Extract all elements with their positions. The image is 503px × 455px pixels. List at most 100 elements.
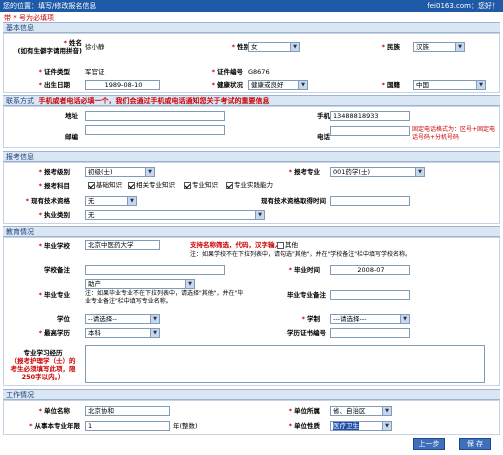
mobile-input[interactable]: 13488818933 xyxy=(330,111,410,121)
chevron-down-icon: ▼ xyxy=(185,280,194,288)
edu-level-label: * 最高学历 xyxy=(38,329,70,337)
level-select[interactable]: 初级(士) ▼ xyxy=(85,167,155,177)
unit-input[interactable]: 北京协和 xyxy=(85,406,170,416)
unit-label: * 单位名称 xyxy=(38,407,70,415)
techqual-select[interactable]: 无 ▼ xyxy=(85,196,137,206)
major-remark-input[interactable] xyxy=(330,290,410,300)
degree-select[interactable]: --请选择-- ▼ xyxy=(85,314,160,324)
cert-input[interactable] xyxy=(330,328,410,338)
school-other[interactable]: 其他 xyxy=(277,241,298,249)
chevron-down-icon: ▼ xyxy=(150,329,159,337)
practice-label: * 执业类别 xyxy=(38,211,70,219)
techtime-label: 现有技术资格取得时间 xyxy=(261,197,326,205)
chevron-down-icon: ▼ xyxy=(415,168,424,176)
major-label: * 报考专业 xyxy=(288,168,320,176)
practice-select[interactable]: 无 ▼ xyxy=(85,210,265,220)
chevron-down-icon: ▼ xyxy=(400,315,409,323)
gradtime-input[interactable]: 2008-07 xyxy=(330,265,410,275)
address-label: 地址 xyxy=(65,112,78,120)
techqual-label: * 现有技术资格 xyxy=(25,197,70,205)
health-label: * 健康状况 xyxy=(211,81,243,89)
resume-textarea[interactable] xyxy=(85,345,485,383)
contact-note: 手机或者电话必填一个，我们会通过手机或电话通知您关于考试的重要信息 xyxy=(38,97,270,105)
years-unit: 年(整数) xyxy=(173,422,198,430)
nation-label: * 国籍 xyxy=(381,81,400,89)
major-remark-label: 毕业专业备注 xyxy=(287,291,326,299)
user-greeting: fei0163.com：您好！ xyxy=(427,2,499,10)
section-basic: 基本信息 xyxy=(3,22,500,33)
chevron-down-icon: ▼ xyxy=(145,168,154,176)
school-label: * 毕业学校 xyxy=(38,242,70,250)
edu-major-label: * 毕业专业 xyxy=(38,291,70,299)
chevron-down-icon: ▼ xyxy=(382,407,391,415)
section-contact: 联系方式 手机或者电话必填一个，我们会通过手机或电话通知您关于考试的重要信息 xyxy=(3,95,500,106)
idtype-label: * 证件类型 xyxy=(38,68,70,76)
name-value: 徐小静 xyxy=(85,43,105,51)
ethnicity-select[interactable]: 汉族 ▼ xyxy=(413,42,465,52)
school-note: 注：如果学校不在下拉列表中，请勾选"其他"，并在"学校备注"栏中填写学校名称。 xyxy=(190,251,412,258)
checkbox-icon[interactable] xyxy=(128,181,135,189)
nature-label: * 单位性质 xyxy=(288,422,320,430)
chevron-down-icon: ▼ xyxy=(476,81,485,89)
name-label: * 姓名 (如有生僻字请用拼音) xyxy=(17,39,82,55)
school-remark-input[interactable] xyxy=(85,265,225,275)
school-input[interactable]: 北京中医药大学 xyxy=(85,240,160,250)
chevron-down-icon: ▼ xyxy=(298,81,307,89)
checkbox-icon[interactable] xyxy=(88,181,95,189)
chevron-down-icon: ▼ xyxy=(382,422,391,430)
edu-level-select[interactable]: 本科 ▼ xyxy=(85,328,160,338)
years-label: * 从事本专业年限 xyxy=(29,422,80,430)
prev-button[interactable]: 上一步 xyxy=(413,438,445,450)
phone-label: 电话 xyxy=(317,133,330,141)
postcode-input[interactable] xyxy=(85,125,225,135)
nature-select[interactable]: 医疗卫生 ▼ xyxy=(330,421,392,431)
school-remark-label: 学校备注 xyxy=(44,266,70,274)
subject-1[interactable]: 基础知识 xyxy=(88,181,122,189)
checkbox-icon[interactable] xyxy=(226,181,233,189)
ethnicity-label: * 民族 xyxy=(381,43,400,51)
edu-major-select[interactable]: 助产 ▼ xyxy=(85,279,195,289)
checkbox-icon[interactable] xyxy=(184,181,191,189)
birth-label: * 出生日期 xyxy=(38,81,70,89)
idno-label: * 证件编号 xyxy=(211,68,243,76)
chevron-down-icon: ▼ xyxy=(127,197,136,205)
chevron-down-icon: ▼ xyxy=(150,315,159,323)
idtype-value: 军官证 xyxy=(85,68,105,76)
years-input[interactable]: 1 xyxy=(85,421,170,431)
gradtime-label: * 毕业时间 xyxy=(288,266,320,274)
breadcrumb: 您的位置：填写/修改报名信息 xyxy=(3,2,97,10)
major-select[interactable]: 001药学(士) ▼ xyxy=(330,167,425,177)
save-button[interactable]: 保 存 xyxy=(459,438,491,450)
section-exam: 报考信息 xyxy=(3,151,500,162)
chevron-down-icon: ▼ xyxy=(290,43,299,51)
subject-4[interactable]: 专业实践能力 xyxy=(226,181,273,189)
section-work: 工作情况 xyxy=(3,389,500,400)
birth-input[interactable]: 1989-08-10 xyxy=(85,80,160,90)
cert-label: 学历证书编号 xyxy=(287,329,326,337)
subjects-label: * 报考科目 xyxy=(38,182,70,190)
subject-2[interactable]: 相关专业知识 xyxy=(128,181,175,189)
degree-label: 学位 xyxy=(57,315,70,323)
system-label: * 学制 xyxy=(301,315,320,323)
section-education: 教育情况 xyxy=(3,226,500,237)
resume-label: 专业学习经历 （报考护理学（士）的考生必须填写此项，限250字以内。） xyxy=(10,349,76,381)
nation-select[interactable]: 中国 ▼ xyxy=(413,80,486,90)
address-input[interactable] xyxy=(85,111,225,121)
checkbox-icon[interactable] xyxy=(277,241,284,249)
level-label: * 报考级别 xyxy=(38,168,70,176)
mobile-label: 手机 xyxy=(317,112,330,120)
system-select[interactable]: ---请选择--- ▼ xyxy=(330,314,410,324)
chevron-down-icon: ▼ xyxy=(255,211,264,219)
region-select[interactable]: 省、自治区 ▼ xyxy=(330,406,392,416)
phone-input[interactable] xyxy=(330,126,410,136)
techtime-input[interactable] xyxy=(330,196,410,206)
region-label: * 单位所属 xyxy=(288,407,320,415)
subject-3[interactable]: 专业知识 xyxy=(184,181,218,189)
edu-major-note: 注：如果毕业专业不在下拉列表中，请选择"其他"，并在"毕业专业备注"栏中填写专业… xyxy=(85,290,244,305)
gender-label: * 性别 xyxy=(231,43,250,51)
gender-select[interactable]: 女 ▼ xyxy=(248,42,300,52)
idno-value: G8676 xyxy=(248,68,270,76)
phone-hint: 固定电话格式为：区号+固定电话号码+分机号码 xyxy=(412,126,496,141)
health-select[interactable]: 健康或良好 ▼ xyxy=(248,80,308,90)
school-hint: 支持名称筛选，代码，汉字输入 xyxy=(190,241,281,249)
